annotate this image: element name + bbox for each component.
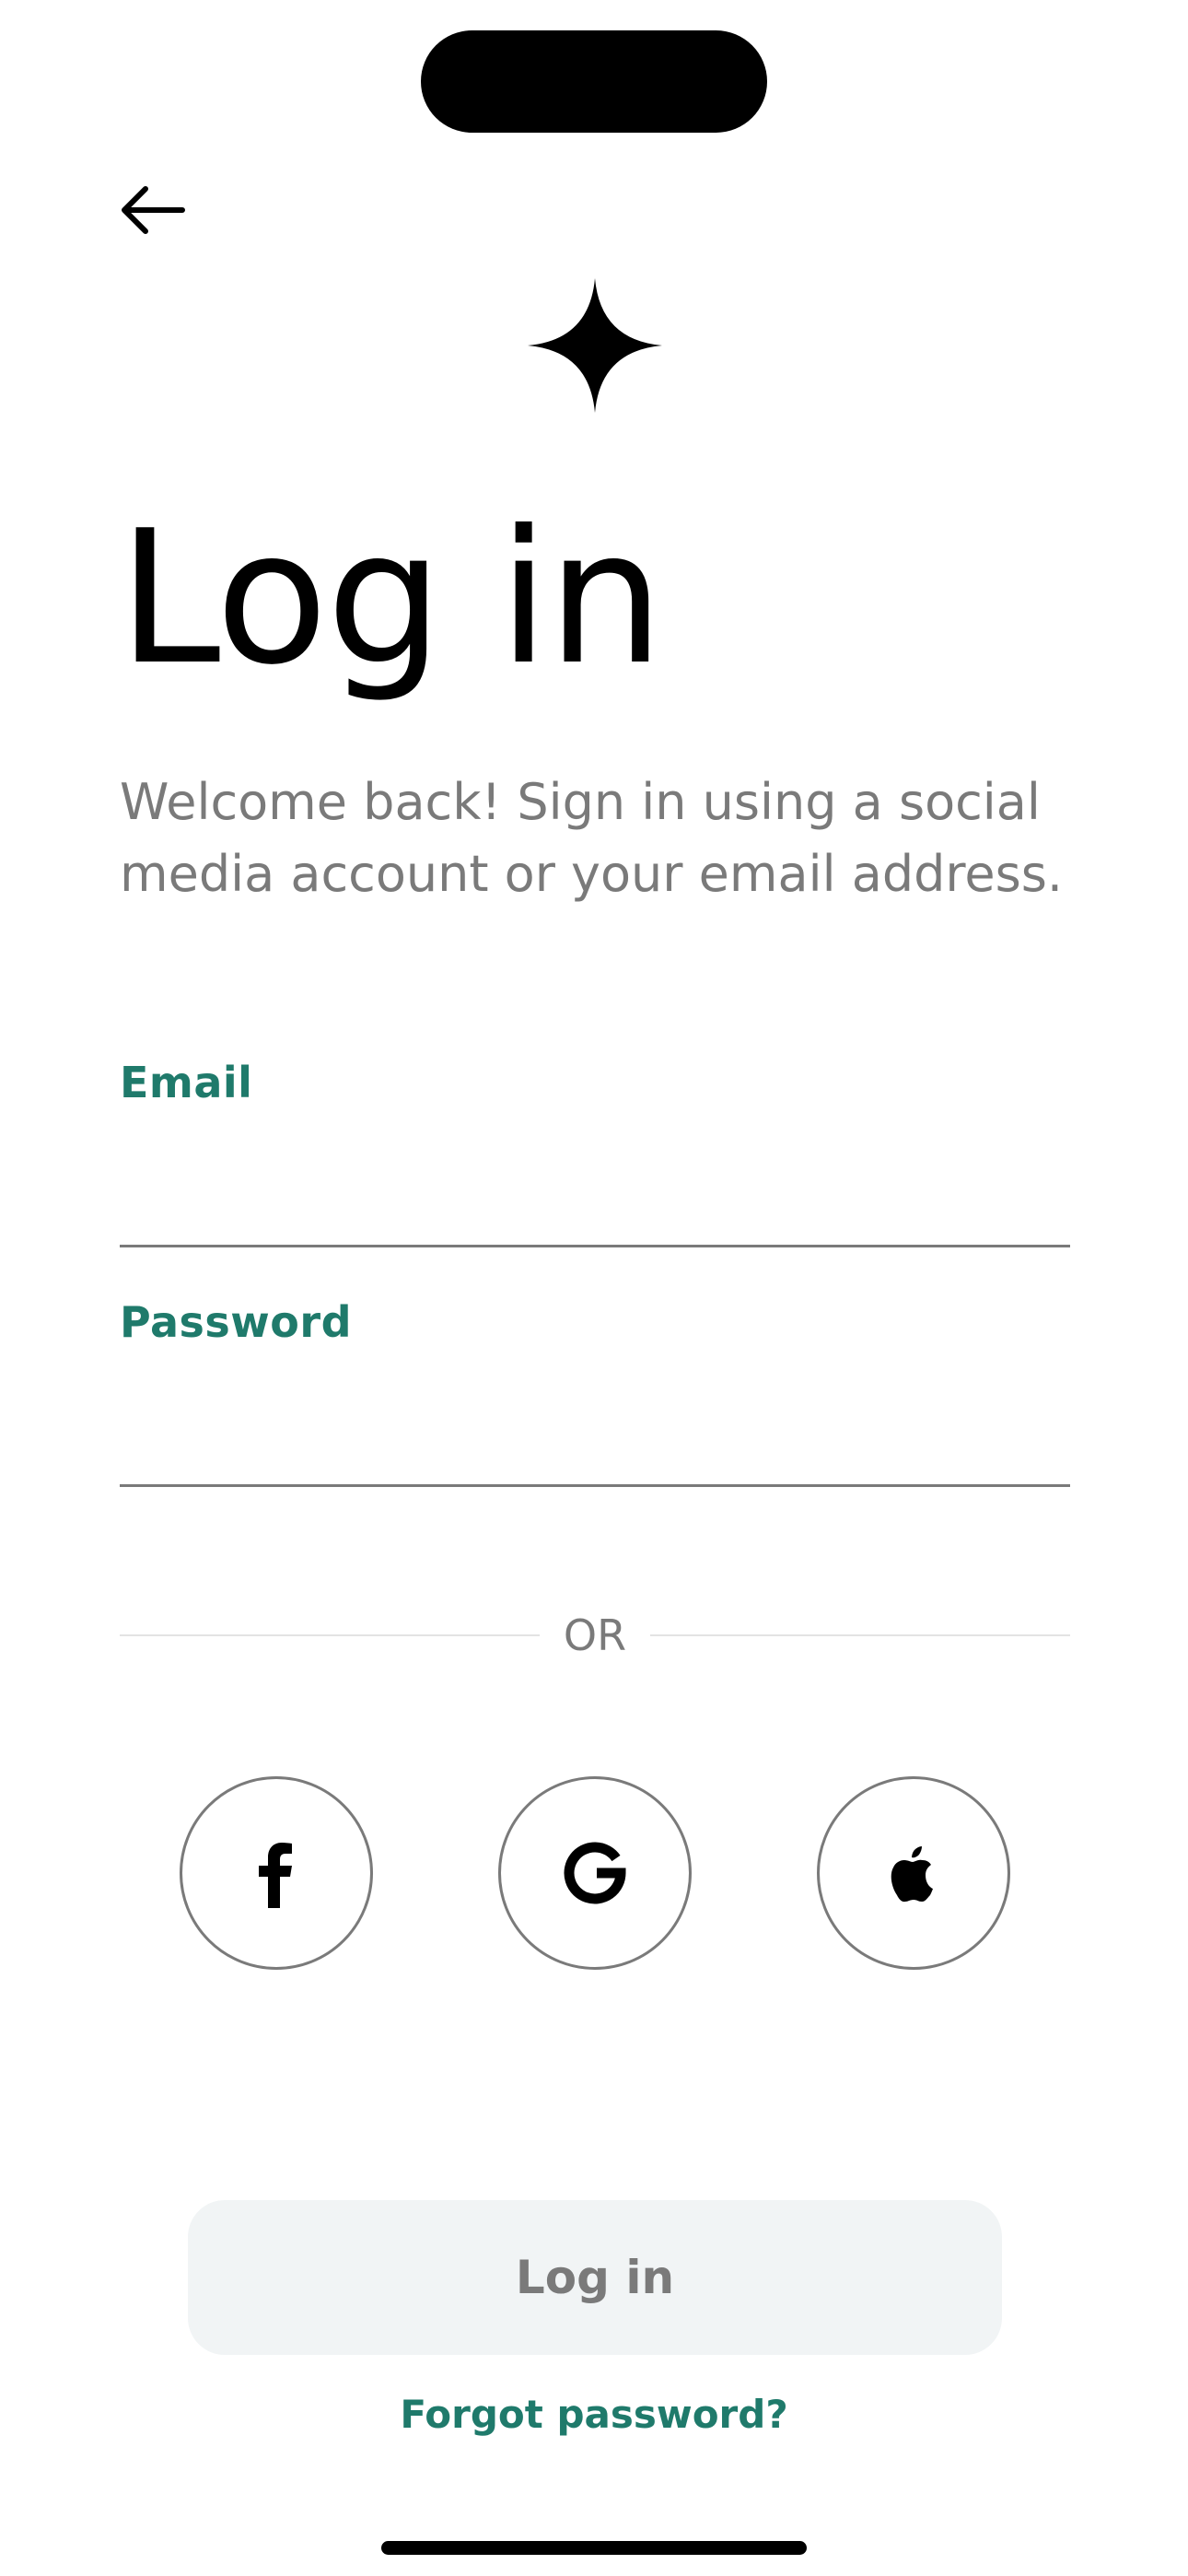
google-login-button[interactable] — [498, 1776, 692, 1970]
arrow-left-icon — [122, 186, 185, 234]
password-field[interactable] — [120, 1395, 1070, 1487]
apple-login-button[interactable] — [817, 1776, 1010, 1970]
divider-line-right — [650, 1634, 1071, 1636]
page-subtitle: Welcome back! Sign in using a social med… — [120, 773, 1064, 903]
back-button[interactable] — [109, 166, 197, 254]
forgot-password-link[interactable]: Forgot password? — [0, 2392, 1188, 2437]
page-title: Log in — [118, 491, 664, 706]
dynamic-island — [421, 30, 767, 133]
google-icon — [564, 1842, 626, 1904]
password-label: Password — [120, 1297, 352, 1347]
login-button[interactable]: Log in — [188, 2200, 1002, 2355]
divider-line-left — [120, 1634, 540, 1636]
login-screen: Log in Welcome back! Sign in using a soc… — [0, 0, 1188, 2576]
email-label: Email — [120, 1058, 253, 1107]
apple-icon — [891, 1846, 933, 1903]
four-point-star-icon — [528, 278, 662, 413]
logo — [528, 278, 662, 413]
or-text: OR — [563, 1610, 627, 1660]
facebook-icon — [259, 1843, 292, 1908]
or-divider: OR — [120, 1603, 1071, 1668]
email-field[interactable] — [120, 1155, 1070, 1247]
facebook-login-button[interactable] — [180, 1776, 373, 1970]
home-indicator[interactable] — [381, 2541, 807, 2555]
